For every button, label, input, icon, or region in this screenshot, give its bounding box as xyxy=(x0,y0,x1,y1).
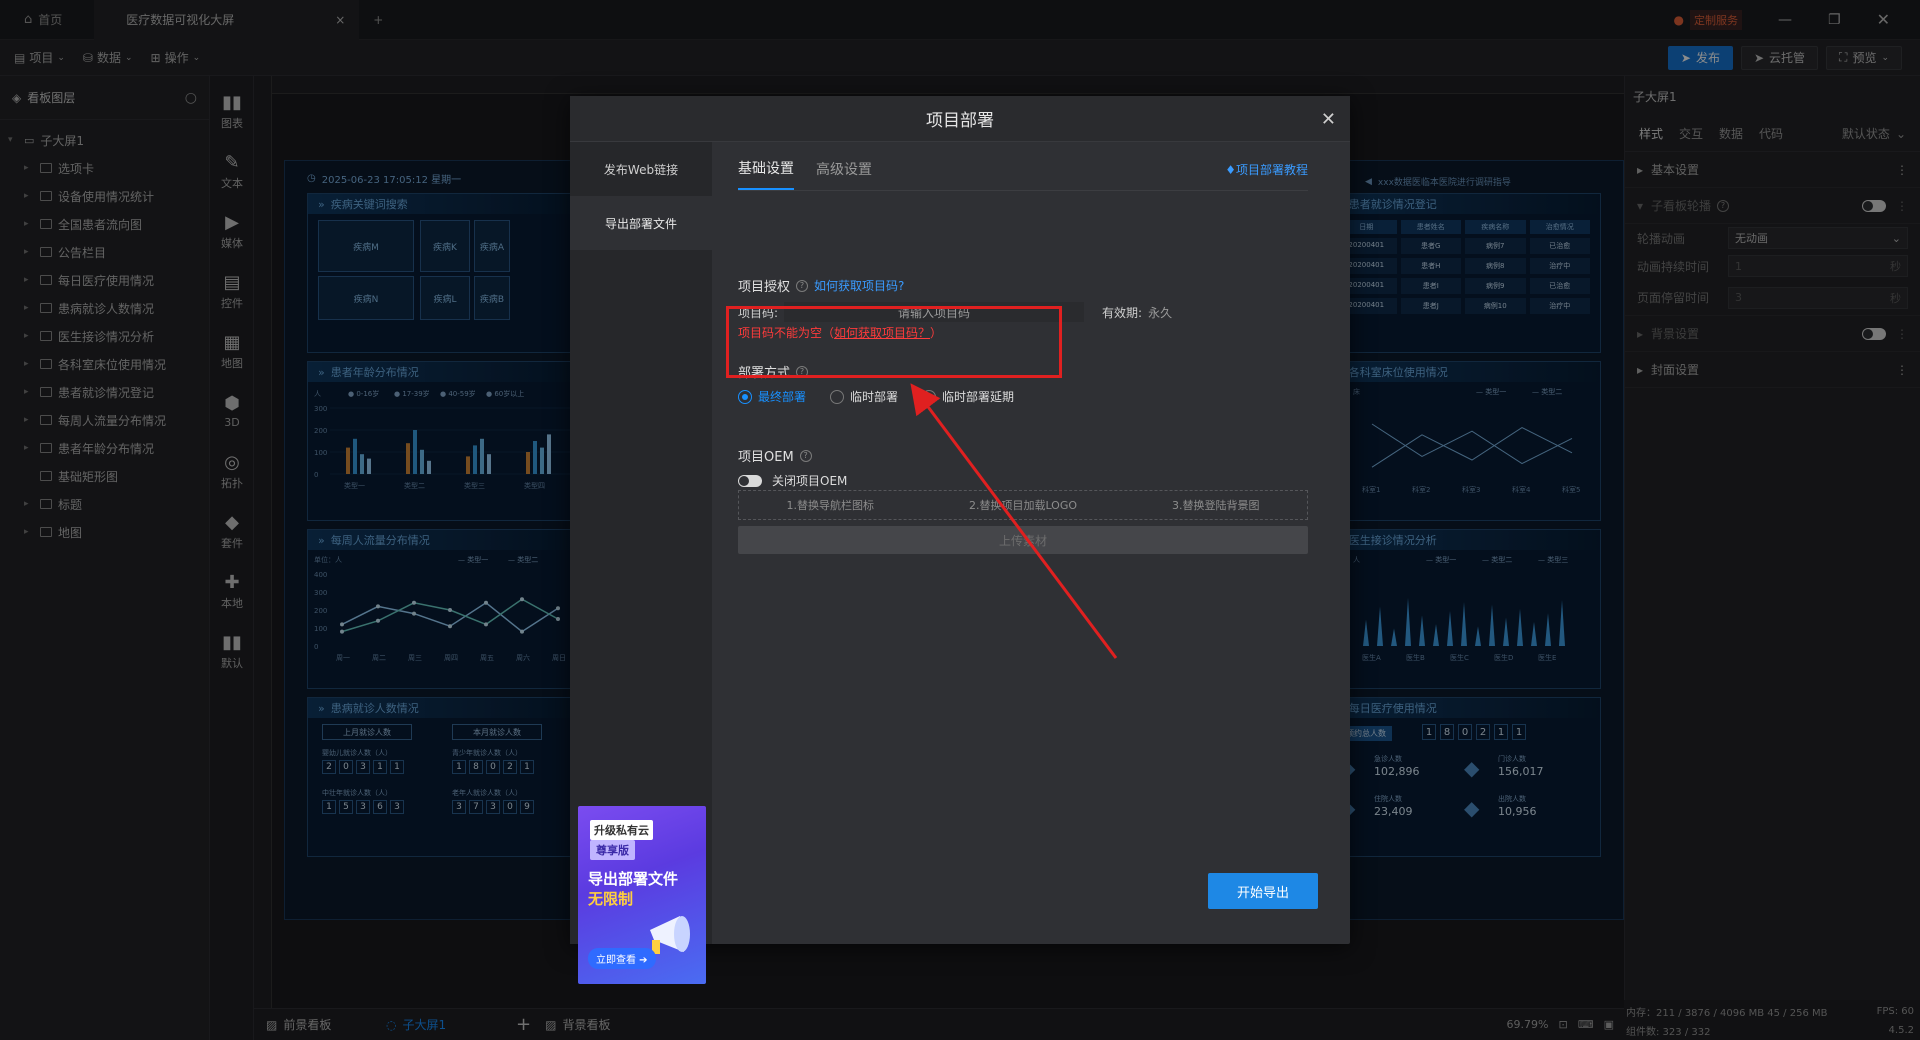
oem-item-nav-icon[interactable]: 1.替换导航栏图标 xyxy=(786,497,874,513)
dialog-body: 基础设置 高级设置 ♦项目部署教程 项目授权 ? 如何获取项目码? 项目码: 请… xyxy=(712,142,1350,944)
oem-item-logo[interactable]: 2.替换项目加载LOGO xyxy=(969,497,1077,513)
deploy-option-temp-label: 临时部署 xyxy=(850,390,899,404)
oem-toggle-row: 关闭项目OEM xyxy=(738,472,847,489)
bulb-icon: ♦ xyxy=(1225,162,1236,177)
deploy-option-extend-label: 临时部署延期 xyxy=(942,390,1015,404)
deploy-option-final[interactable]: 最终部署 xyxy=(738,388,806,405)
upload-button[interactable]: 上传素材 xyxy=(738,526,1308,554)
auth-section-title: 项目授权 ? 如何获取项目码? xyxy=(738,276,904,295)
help-icon: ? xyxy=(796,279,809,292)
highlight-box xyxy=(726,306,1062,378)
ad-view-label: 立即查看 xyxy=(596,955,636,966)
oem-section-title: 项目OEM ? xyxy=(738,446,812,465)
upload-label: 上传素材 xyxy=(998,533,1047,548)
deploy-dialog: 项目部署 ✕ 发布Web链接 导出部署文件 升级私有云 尊享版 导出部署文件 无… xyxy=(570,96,1350,984)
oem-item-login-bg[interactable]: 3.替换登陆背景图 xyxy=(1172,497,1260,513)
start-export-label: 开始导出 xyxy=(1236,885,1289,901)
dialog-header: 项目部署 xyxy=(570,96,1350,142)
ad-line2: 无限制 xyxy=(588,890,634,908)
tab-basic-settings[interactable]: 基础设置 xyxy=(738,158,794,190)
ad-sub: 尊享版 xyxy=(590,840,635,860)
oem-toggle-label: 关闭项目OEM xyxy=(772,474,848,488)
start-export-button[interactable]: 开始导出 xyxy=(1208,873,1318,909)
deploy-options: 最终部署 临时部署 临时部署延期 xyxy=(738,388,1014,405)
auth-title: 项目授权 xyxy=(738,280,791,295)
deploy-option-temp[interactable]: 临时部署 xyxy=(830,388,898,405)
nav-export-file[interactable]: 导出部署文件 xyxy=(570,196,712,250)
radio-icon xyxy=(830,389,845,404)
dialog-nav: 发布Web链接 导出部署文件 升级私有云 尊享版 导出部署文件 无限制 立即查看… xyxy=(570,142,712,984)
ad-tag: 升级私有云 xyxy=(590,820,653,840)
deploy-option-final-label: 最终部署 xyxy=(758,390,807,404)
oem-items: 1.替换导航栏图标 2.替换项目加载LOGO 3.替换登陆背景图 xyxy=(738,490,1308,520)
help-icon: ? xyxy=(799,449,812,462)
radio-icon xyxy=(922,389,937,404)
close-icon[interactable]: ✕ xyxy=(1321,109,1336,130)
auth-help-link[interactable]: 如何获取项目码? xyxy=(814,277,904,294)
nav-publish-web[interactable]: 发布Web链接 xyxy=(570,142,712,196)
nav-export-file-label: 导出部署文件 xyxy=(604,216,677,231)
radio-checked-icon xyxy=(738,389,752,404)
oem-title: 项目OEM xyxy=(738,450,794,465)
upgrade-ad-banner[interactable]: 升级私有云 尊享版 导出部署文件 无限制 立即查看 ➔ xyxy=(578,806,706,984)
dialog-title: 项目部署 xyxy=(926,111,994,131)
deploy-option-extend[interactable]: 临时部署延期 xyxy=(922,388,1014,405)
validity-label: 有效期: xyxy=(1102,305,1143,320)
ad-line1: 导出部署文件 xyxy=(588,870,679,888)
tab-basic-label: 基础设置 xyxy=(738,161,794,177)
tab-advanced-label: 高级设置 xyxy=(816,162,872,178)
validity-value: 永久 xyxy=(1148,305,1173,320)
tutorial-link[interactable]: ♦项目部署教程 xyxy=(1225,161,1308,188)
oem-toggle[interactable] xyxy=(738,474,762,487)
nav-publish-web-label: 发布Web链接 xyxy=(603,162,679,177)
tab-advanced-settings[interactable]: 高级设置 xyxy=(816,159,872,189)
tutorial-label: 项目部署教程 xyxy=(1235,162,1308,177)
ad-view-button[interactable]: 立即查看 ➔ xyxy=(588,948,656,969)
